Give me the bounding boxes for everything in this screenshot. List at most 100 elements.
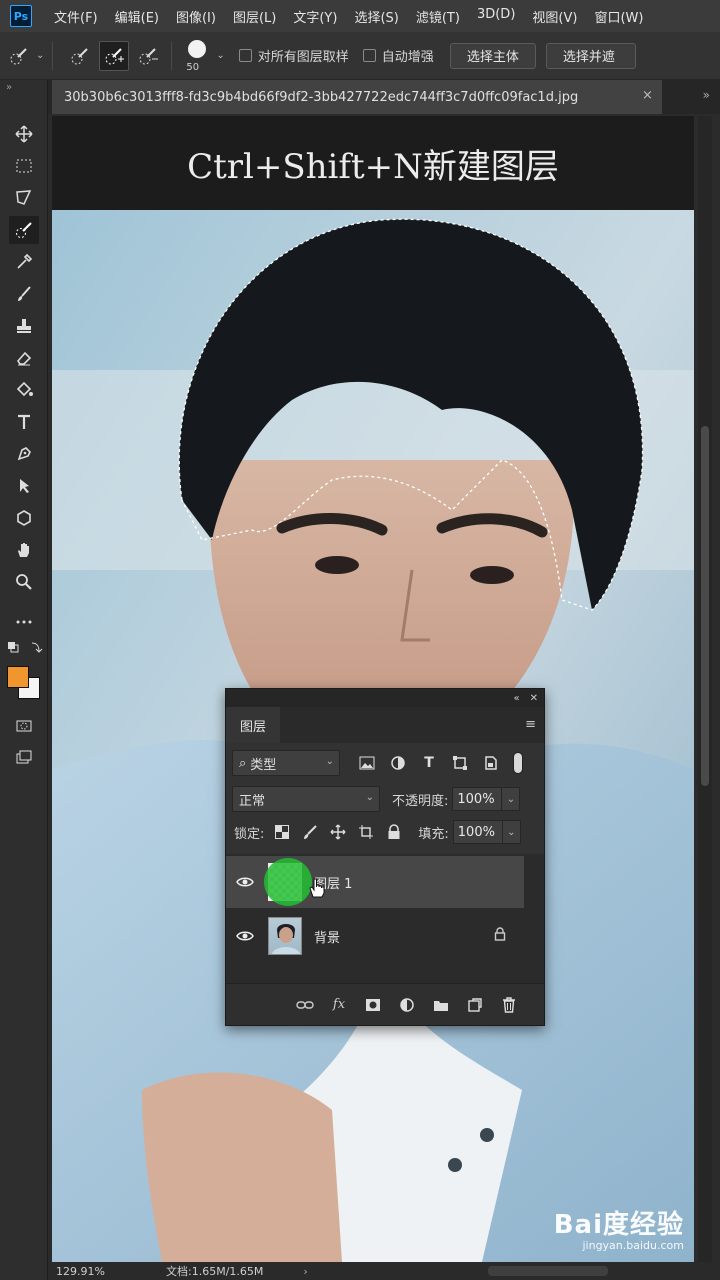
add-to-selection-icon[interactable] [99, 40, 130, 71]
pixel-filter-icon[interactable] [356, 752, 378, 774]
layer-style-icon[interactable]: fx [328, 994, 350, 1016]
smart-object-filter-icon[interactable] [480, 752, 502, 774]
lock-icon[interactable] [494, 927, 506, 945]
close-icon[interactable]: × [642, 88, 653, 103]
option-buttons: 选择主体 选择并遮 [449, 42, 636, 69]
foreground-color-swatch[interactable] [7, 666, 29, 688]
document-tab-bar: 30b30b6c3013fff8-fd3c9b4bd66f9df2-3bb427… [48, 80, 720, 114]
fill-tool-icon[interactable] [9, 376, 39, 404]
collapse-panel-icon[interactable]: « [513, 693, 519, 704]
sample-all-layers-checkbox[interactable] [238, 49, 252, 62]
select-subject-button[interactable]: 选择主体 [449, 42, 536, 69]
menu-edit[interactable]: 编辑(E) [115, 7, 159, 26]
more-tabs-icon[interactable]: » [703, 88, 710, 102]
brush-size-value: 50 [186, 61, 200, 73]
brush-size-picker[interactable]: 50 [180, 36, 214, 76]
more-tools-icon[interactable] [9, 608, 39, 636]
chevron-right-icon[interactable]: › [303, 1265, 307, 1278]
default-colors-icon[interactable] [2, 638, 46, 658]
type-filter-icon[interactable]: T [418, 752, 440, 774]
chevron-down-icon[interactable]: ⌄ [216, 50, 224, 61]
scroll-thumb[interactable] [701, 426, 709, 786]
fill-input[interactable]: 100% [452, 820, 503, 844]
opacity-input[interactable]: 100% [452, 787, 503, 811]
delete-layer-icon[interactable] [498, 994, 520, 1016]
lock-label: 锁定: [234, 826, 265, 842]
menu-file[interactable]: 文件(F) [54, 7, 98, 26]
chevron-down-icon[interactable]: ⌄ [502, 820, 521, 844]
adjustment-filter-icon[interactable] [387, 752, 409, 774]
menu-select[interactable]: 选择(S) [354, 7, 398, 26]
layer-row-background[interactable]: 背景 [226, 910, 524, 962]
panel-header: « ✕ [226, 689, 544, 707]
layer-row-layer-1[interactable]: 图层 1 [226, 856, 524, 908]
chevron-down-icon: ⌄ [365, 792, 374, 803]
brush-tool-icon[interactable] [9, 280, 39, 308]
eyedropper-tool-icon[interactable] [9, 248, 39, 276]
quick-selection-tool-icon[interactable] [9, 216, 39, 244]
eye-icon[interactable] [226, 930, 264, 942]
stamp-tool-icon[interactable] [9, 312, 39, 340]
shape-tool-icon[interactable] [9, 504, 39, 532]
chevron-down-icon[interactable]: ⌄ [502, 787, 521, 811]
subtract-from-selection-icon[interactable] [133, 41, 163, 71]
panel-menu-icon[interactable]: ≡ [525, 717, 536, 732]
lock-image-pixels-icon[interactable] [300, 822, 320, 842]
new-selection-icon[interactable] [65, 41, 95, 71]
horizontal-scrollbar[interactable] [488, 1266, 608, 1276]
marquee-tool-icon[interactable] [9, 152, 39, 180]
zoom-level[interactable]: 129.91% [56, 1265, 126, 1278]
menu-bar: Ps 文件(F) 编辑(E) 图像(I) 图层(L) 文字(Y) 选择(S) 滤… [0, 0, 720, 32]
link-layers-icon[interactable] [294, 994, 316, 1016]
tab-layers[interactable]: 图层 [226, 707, 281, 743]
options-bar: ⌄ 50 ⌄ 对所有图层取样 自动增强 选择主体 选择并遮 [0, 32, 720, 80]
eye-icon[interactable] [226, 876, 264, 888]
vertical-scrollbar[interactable] [698, 116, 712, 1262]
photoshop-logo[interactable]: Ps [10, 5, 32, 27]
eraser-tool-icon[interactable] [9, 344, 39, 372]
adjustment-layer-icon[interactable] [396, 994, 418, 1016]
hand-tool-icon[interactable] [9, 536, 39, 564]
lock-transparent-pixels-icon[interactable] [272, 822, 292, 842]
chevron-down-icon[interactable]: ⌄ [36, 50, 44, 61]
type-tool-icon[interactable] [9, 408, 39, 436]
zoom-tool-icon[interactable] [9, 568, 39, 596]
menu-layer[interactable]: 图层(L) [233, 7, 276, 26]
select-and-mask-button[interactable]: 选择并遮 [545, 42, 636, 69]
menu-filter[interactable]: 滤镜(T) [416, 7, 460, 26]
auto-enhance-label: 自动增强 [381, 50, 434, 65]
layer-filter-select[interactable]: ⌕ 类型 ⌄ [232, 750, 340, 776]
path-selection-tool-icon[interactable] [9, 472, 39, 500]
sample-all-layers-option[interactable]: 对所有图层取样 [238, 46, 349, 65]
menu-window[interactable]: 窗口(W) [594, 7, 643, 26]
menu-image[interactable]: 图像(I) [176, 7, 216, 26]
lock-artboard-icon[interactable] [356, 822, 376, 842]
auto-enhance-option[interactable]: 自动增强 [362, 46, 434, 65]
quick-selection-preset-icon[interactable] [4, 41, 34, 71]
brush-dot-icon [188, 39, 207, 58]
pen-tool-icon[interactable] [9, 440, 39, 468]
lasso-tool-icon[interactable] [9, 184, 39, 212]
shape-filter-icon[interactable] [449, 752, 471, 774]
watermark: Bai度经验 jingyan.baidu.com [554, 1204, 684, 1252]
quick-mask-icon[interactable] [9, 712, 39, 740]
search-icon: ⌕ [239, 755, 247, 771]
document-tab[interactable]: 30b30b6c3013fff8-fd3c9b4bd66f9df2-3bb427… [52, 80, 662, 114]
new-group-icon[interactable] [430, 994, 452, 1016]
layers-scrollbar[interactable] [524, 854, 544, 984]
lock-all-icon[interactable] [384, 822, 404, 842]
menu-view[interactable]: 视图(V) [532, 7, 577, 26]
move-tool-icon[interactable] [9, 120, 39, 148]
filter-toggle[interactable] [513, 752, 523, 774]
menu-3d[interactable]: 3D(D) [477, 7, 515, 26]
layer-name[interactable]: 背景 [314, 927, 340, 946]
auto-enhance-checkbox[interactable] [362, 49, 376, 62]
lock-position-icon[interactable] [328, 822, 348, 842]
new-layer-icon[interactable] [464, 994, 486, 1016]
blend-mode-select[interactable]: 正常 ⌄ [232, 786, 380, 812]
screen-mode-icon[interactable] [9, 744, 39, 772]
collapse-panel-icon[interactable]: » [6, 82, 12, 93]
add-mask-icon[interactable] [362, 994, 384, 1016]
close-panel-icon[interactable]: ✕ [530, 693, 538, 704]
menu-type[interactable]: 文字(Y) [293, 7, 337, 26]
